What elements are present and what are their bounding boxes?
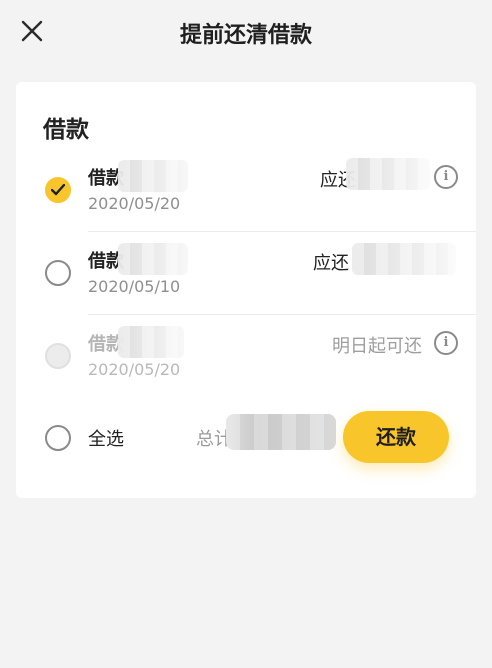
redacted-due-amount — [352, 243, 456, 275]
loan-row[interactable]: 借款 2020/05/20 应还 i — [16, 150, 476, 232]
redacted-amount — [118, 243, 188, 275]
loan-checkbox-checked[interactable] — [45, 177, 71, 203]
section-title: 借款 — [43, 117, 89, 143]
loan-date: 2020/05/10 — [88, 277, 181, 296]
repay-button[interactable]: 还款 — [343, 411, 449, 463]
loan-date: 2020/05/20 — [88, 194, 181, 213]
available-tomorrow-label: 明日起可还 — [332, 336, 422, 357]
loan-checkbox-disabled — [45, 343, 71, 369]
check-icon — [51, 184, 65, 196]
info-icon[interactable]: i — [434, 165, 458, 189]
row-divider — [88, 314, 476, 315]
due-label: 应还 — [313, 253, 349, 274]
select-all-label[interactable]: 全选 — [88, 425, 124, 451]
loan-row[interactable]: 借款 2020/05/10 应还 — [16, 233, 476, 315]
redacted-amount — [118, 326, 184, 358]
row-divider — [88, 231, 476, 232]
page-title: 提前还清借款 — [179, 23, 312, 48]
top-bar: 提前还清借款 — [0, 0, 492, 62]
redacted-due-amount — [346, 158, 430, 190]
footer-row: 全选 总计 还款 — [16, 398, 476, 480]
loan-card: 借款 借款 2020/05/20 应还 i 借款 2020/05/10 应还 借… — [16, 82, 476, 498]
select-all-checkbox[interactable] — [45, 425, 71, 451]
redacted-total-amount — [226, 414, 336, 450]
info-icon[interactable]: i — [434, 331, 458, 355]
redacted-amount — [118, 160, 188, 192]
loan-checkbox[interactable] — [45, 260, 71, 286]
loan-row-disabled: 借款 2020/05/20 明日起可还 i — [16, 316, 476, 398]
loan-date: 2020/05/20 — [88, 360, 181, 379]
